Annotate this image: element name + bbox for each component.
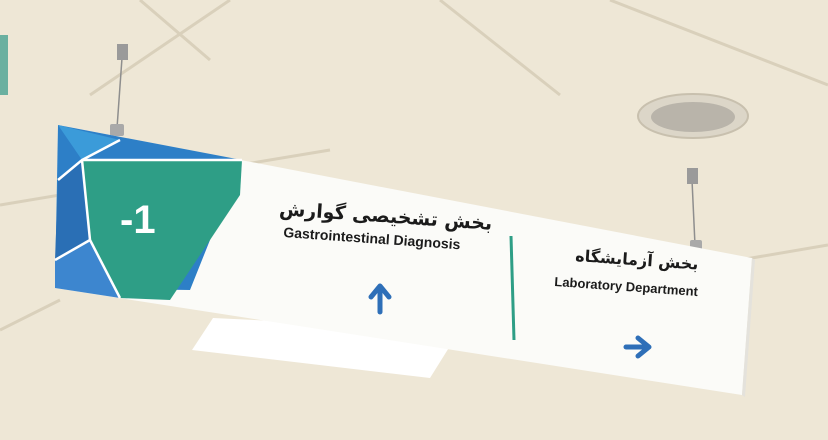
ceiling-anchor-left <box>117 44 128 60</box>
cable-clamp-left <box>110 124 124 136</box>
speaker-grille <box>651 102 735 132</box>
wall-fixture <box>0 35 8 95</box>
ceiling-anchor-right <box>687 168 698 184</box>
floor-number: -1 <box>120 198 156 242</box>
